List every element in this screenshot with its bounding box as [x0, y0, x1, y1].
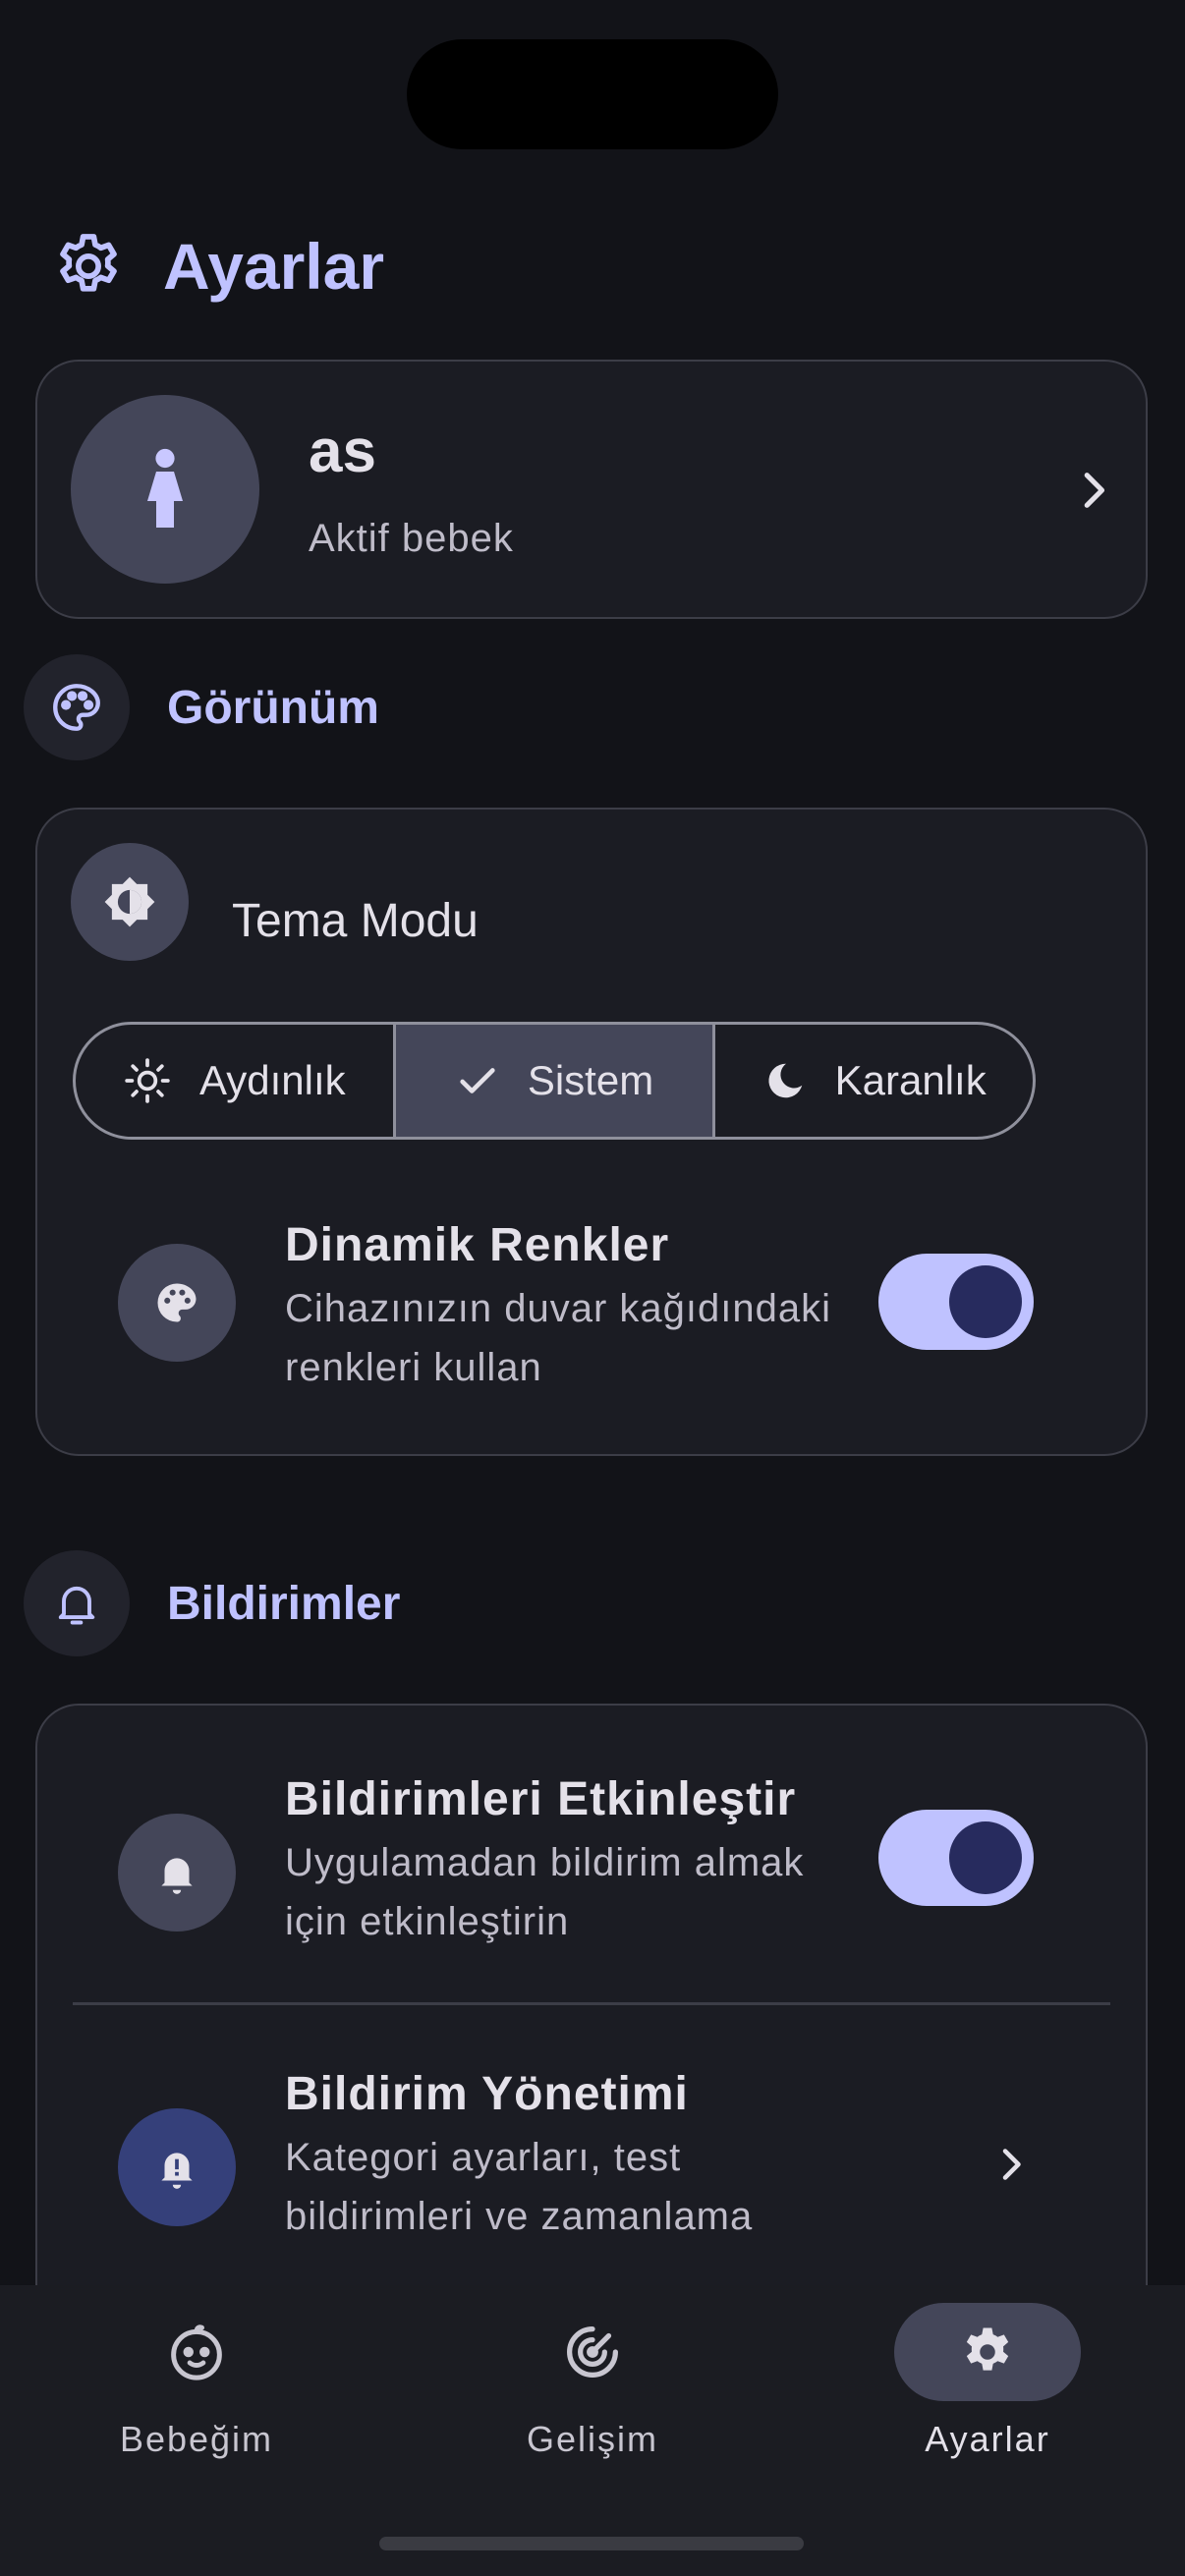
appearance-card: Tema Modu Aydınlık Sistem Karanlık Dinam… — [35, 808, 1148, 1456]
bell-alert-icon — [118, 2108, 236, 2226]
nav-label: Bebeğim — [119, 2419, 274, 2459]
notifications-section-header: Bildirimler — [24, 1550, 400, 1656]
profile-subtitle: Aktif bebek — [309, 517, 514, 560]
avatar — [71, 395, 259, 584]
bottom-navigation: Bebeğim Gelişim Ayarlar — [0, 2285, 1185, 2576]
nav-item-baby[interactable]: Bebeğim — [49, 2303, 344, 2460]
section-title-appearance: Görünüm — [167, 681, 379, 734]
theme-option-label: Sistem — [527, 1057, 654, 1103]
theme-option-label: Aydınlık — [199, 1057, 346, 1103]
theme-option-label: Karanlık — [834, 1057, 987, 1103]
nav-label: Gelişim — [526, 2419, 658, 2459]
palette-icon — [24, 654, 130, 760]
toggle-knob — [949, 1821, 1022, 1894]
active-baby-card[interactable]: as Aktif bebek — [35, 360, 1148, 619]
bell-outline-icon — [24, 1550, 130, 1656]
dynamic-colors-toggle[interactable] — [878, 1254, 1034, 1350]
gear-icon — [51, 229, 126, 304]
notification-management-subtitle: Kategori ayarları, test bildirimleri ve … — [285, 2136, 754, 2238]
baby-face-icon — [103, 2303, 290, 2401]
nav-label: Ayarlar — [925, 2419, 1050, 2459]
dynamic-colors-subtitle: Cihazınızın duvar kağıdındaki renkleri k… — [285, 1287, 831, 1389]
sun-icon — [123, 1056, 172, 1105]
appearance-section-header: Görünüm — [24, 654, 379, 760]
divider — [73, 2002, 1110, 2005]
nav-item-settings[interactable]: Ayarlar — [840, 2303, 1135, 2460]
page-header: Ayarlar — [51, 218, 384, 314]
home-indicator — [379, 2537, 804, 2550]
chevron-right-icon — [1069, 466, 1118, 515]
brightness-icon — [71, 843, 189, 961]
notifications-card: Bildirimleri Etkinleştir Uygulamadan bil… — [35, 1704, 1148, 2293]
enable-notifications-toggle[interactable] — [878, 1810, 1034, 1906]
growth-icon — [499, 2303, 686, 2401]
theme-mode-label: Tema Modu — [232, 895, 479, 947]
theme-option-dark[interactable]: Karanlık — [715, 1025, 1033, 1137]
chevron-right-icon — [987, 2140, 1036, 2189]
enable-notifications-title: Bildirimleri Etkinleştir — [285, 1773, 797, 1825]
nav-item-growth[interactable]: Gelişim — [445, 2303, 740, 2460]
bell-icon — [118, 1814, 236, 1932]
profile-name: as — [309, 418, 376, 485]
baby-icon — [147, 448, 183, 528]
dynamic-colors-title: Dinamik Renkler — [285, 1219, 670, 1271]
theme-option-light[interactable]: Aydınlık — [76, 1025, 396, 1137]
notification-management-title: Bildirim Yönetimi — [285, 2068, 689, 2120]
toggle-knob — [949, 1265, 1022, 1338]
palette-filled-icon — [118, 1244, 236, 1362]
section-title-notifications: Bildirimler — [167, 1577, 401, 1630]
page-title: Ayarlar — [163, 230, 385, 303]
theme-mode-selector: Aydınlık Sistem Karanlık — [73, 1022, 1036, 1140]
theme-option-system[interactable]: Sistem — [395, 1025, 716, 1137]
moon-icon — [762, 1058, 808, 1103]
gear-icon — [894, 2303, 1081, 2401]
camera-notch — [407, 39, 778, 149]
enable-notifications-subtitle: Uygulamadan bildirim almak için etkinleş… — [285, 1841, 805, 1943]
check-icon — [455, 1058, 500, 1103]
notification-management-row[interactable]: Bildirim Yönetimi Kategori ayarları, tes… — [37, 2006, 1146, 2295]
